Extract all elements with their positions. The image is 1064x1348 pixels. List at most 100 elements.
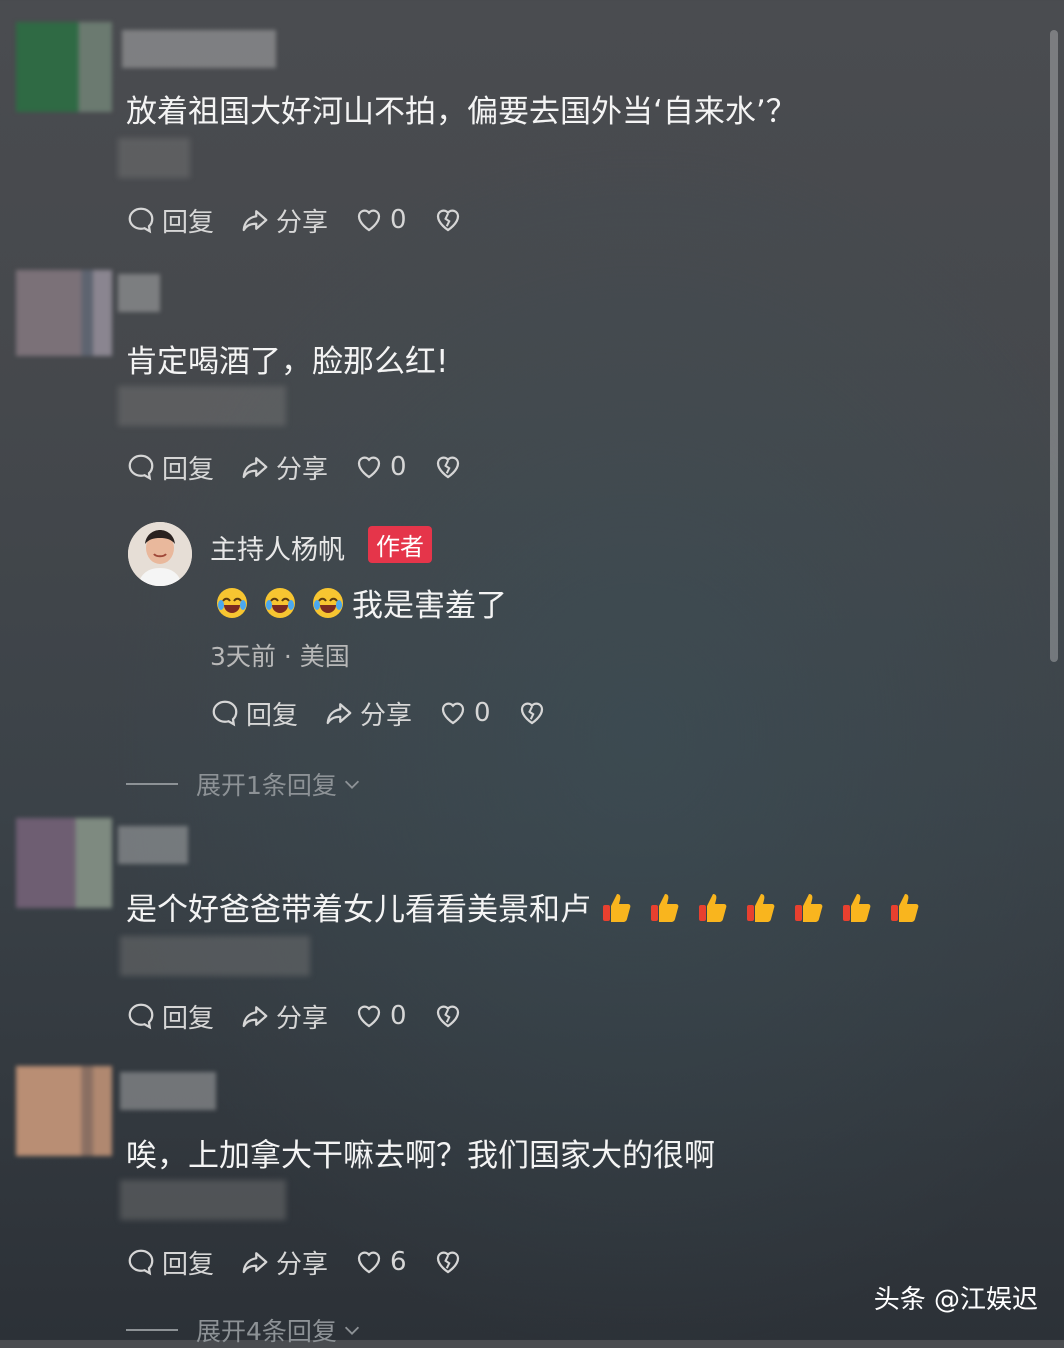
share-button[interactable]: 分享 — [240, 202, 328, 239]
share-button[interactable]: 分享 — [240, 1244, 328, 1281]
reply-label: 回复 — [162, 1003, 215, 1034]
share-button[interactable]: 分享 — [240, 998, 328, 1035]
reply-label: 回复 — [246, 700, 299, 731]
reply-button[interactable]: 回复 — [210, 695, 298, 732]
thumbs-up-emoji — [603, 893, 631, 922]
share-icon — [242, 457, 268, 479]
heart-icon — [357, 209, 381, 232]
reply-label: 回复 — [162, 207, 215, 238]
broken-heart-icon — [520, 702, 543, 725]
chevron-down-icon — [344, 1326, 359, 1335]
expand-divider — [126, 1329, 178, 1331]
dislike-button[interactable] — [433, 452, 463, 482]
author-name[interactable]: 主持人杨帆 — [210, 528, 345, 567]
dislike-button[interactable] — [433, 1247, 463, 1277]
username-blurred[interactable] — [118, 274, 160, 312]
author-avatar-image — [128, 522, 192, 586]
like-count: 0 — [390, 1001, 407, 1031]
comment-meta-blurred — [120, 936, 310, 976]
broken-heart-icon — [436, 1005, 459, 1028]
comment-text: 放着祖国大好河山不拍，偏要去国外当‘自来水’？ — [126, 94, 797, 130]
reply-button[interactable]: 回复 — [126, 998, 214, 1035]
comment-icon — [212, 700, 238, 727]
avatar[interactable] — [16, 22, 112, 112]
comment-icon — [128, 1249, 154, 1276]
comment-icon — [128, 454, 154, 481]
share-label: 分享 — [360, 700, 413, 731]
comment-actions: 回复 分享 0 — [126, 202, 489, 238]
thumbs-up-emoji — [699, 893, 727, 922]
heart-icon — [357, 1251, 381, 1274]
share-label: 分享 — [276, 207, 329, 238]
chevron-down-icon — [344, 780, 359, 789]
like-button[interactable]: 0 — [354, 1001, 407, 1031]
heart-icon — [441, 702, 465, 725]
thumbs-up-emoji — [843, 893, 871, 922]
reply-button[interactable]: 回复 — [126, 202, 214, 239]
dislike-button[interactable] — [433, 205, 463, 235]
broken-heart-icon — [436, 209, 459, 232]
laugh-cry-emoji — [217, 587, 247, 618]
author-reply-actions: 回复 分享 0 — [210, 695, 573, 731]
author-avatar[interactable] — [128, 522, 192, 586]
expand-replies-label: 展开1条回复 — [196, 771, 337, 800]
like-count: 6 — [390, 1247, 407, 1277]
share-label: 分享 — [276, 454, 329, 485]
reply-label: 回复 — [162, 454, 215, 485]
author-badge: 作者 — [368, 526, 432, 563]
like-button[interactable]: 6 — [354, 1247, 407, 1277]
comment-meta-blurred — [120, 1180, 286, 1220]
share-button[interactable]: 分享 — [240, 449, 328, 486]
comment-actions: 回复 分享 0 — [126, 998, 489, 1034]
scrollbar[interactable] — [1050, 30, 1058, 662]
like-button[interactable]: 0 — [354, 452, 407, 482]
comment-meta-blurred — [118, 138, 190, 178]
expand-divider — [126, 783, 178, 785]
username-blurred[interactable] — [120, 1072, 216, 1110]
watermark: 头条 @江娱迟 — [873, 1285, 1038, 1315]
comment-text: 唉，上加拿大干嘛去啊？我们国家大的很啊 — [126, 1138, 715, 1174]
thumbs-up-emoji — [891, 893, 919, 922]
like-count: 0 — [390, 452, 407, 482]
thumbs-up-row — [599, 889, 935, 925]
share-label: 分享 — [276, 1249, 329, 1280]
comment-text: 肯定喝酒了，脸那么红! — [126, 344, 449, 380]
heart-icon — [357, 456, 381, 479]
thumbs-up-emoji — [651, 893, 679, 922]
expand-replies-button[interactable]: 展开4条回复 — [126, 1312, 363, 1348]
like-button[interactable]: 0 — [438, 698, 491, 728]
comment-text: 是个好爸爸带着女儿看看美景和卢 — [126, 884, 935, 929]
username-blurred[interactable] — [118, 826, 188, 864]
expand-replies-button[interactable]: 展开1条回复 — [126, 766, 363, 802]
share-icon — [242, 210, 268, 232]
thumbs-up-emoji — [747, 893, 775, 922]
reply-button[interactable]: 回复 — [126, 1244, 214, 1281]
author-reply-label: 我是害羞了 — [352, 588, 507, 624]
share-label: 分享 — [276, 1003, 329, 1034]
dislike-button[interactable] — [517, 698, 547, 728]
broken-heart-icon — [436, 1251, 459, 1274]
username-blurred[interactable] — [122, 30, 276, 68]
avatar[interactable] — [16, 818, 112, 908]
laugh-cry-emoji — [265, 587, 295, 618]
comment-meta-blurred — [118, 386, 286, 426]
comment-icon — [128, 207, 154, 234]
comment-icon — [128, 1003, 154, 1030]
share-icon — [242, 1252, 268, 1274]
avatar[interactable] — [16, 270, 112, 356]
broken-heart-icon — [436, 456, 459, 479]
share-button[interactable]: 分享 — [324, 695, 412, 732]
like-count: 0 — [390, 205, 407, 235]
like-count: 0 — [474, 698, 491, 728]
thumbs-up-emoji — [795, 893, 823, 922]
share-icon — [242, 1006, 268, 1028]
comment-actions: 回复 分享 6 — [126, 1244, 489, 1280]
comment-text-label: 是个好爸爸带着女儿看看美景和卢 — [126, 892, 591, 928]
share-icon — [326, 703, 352, 725]
avatar[interactable] — [16, 1066, 112, 1156]
reply-label: 回复 — [162, 1249, 215, 1280]
expand-replies-label: 展开4条回复 — [196, 1317, 337, 1346]
dislike-button[interactable] — [433, 1001, 463, 1031]
like-button[interactable]: 0 — [354, 205, 407, 235]
reply-button[interactable]: 回复 — [126, 449, 214, 486]
